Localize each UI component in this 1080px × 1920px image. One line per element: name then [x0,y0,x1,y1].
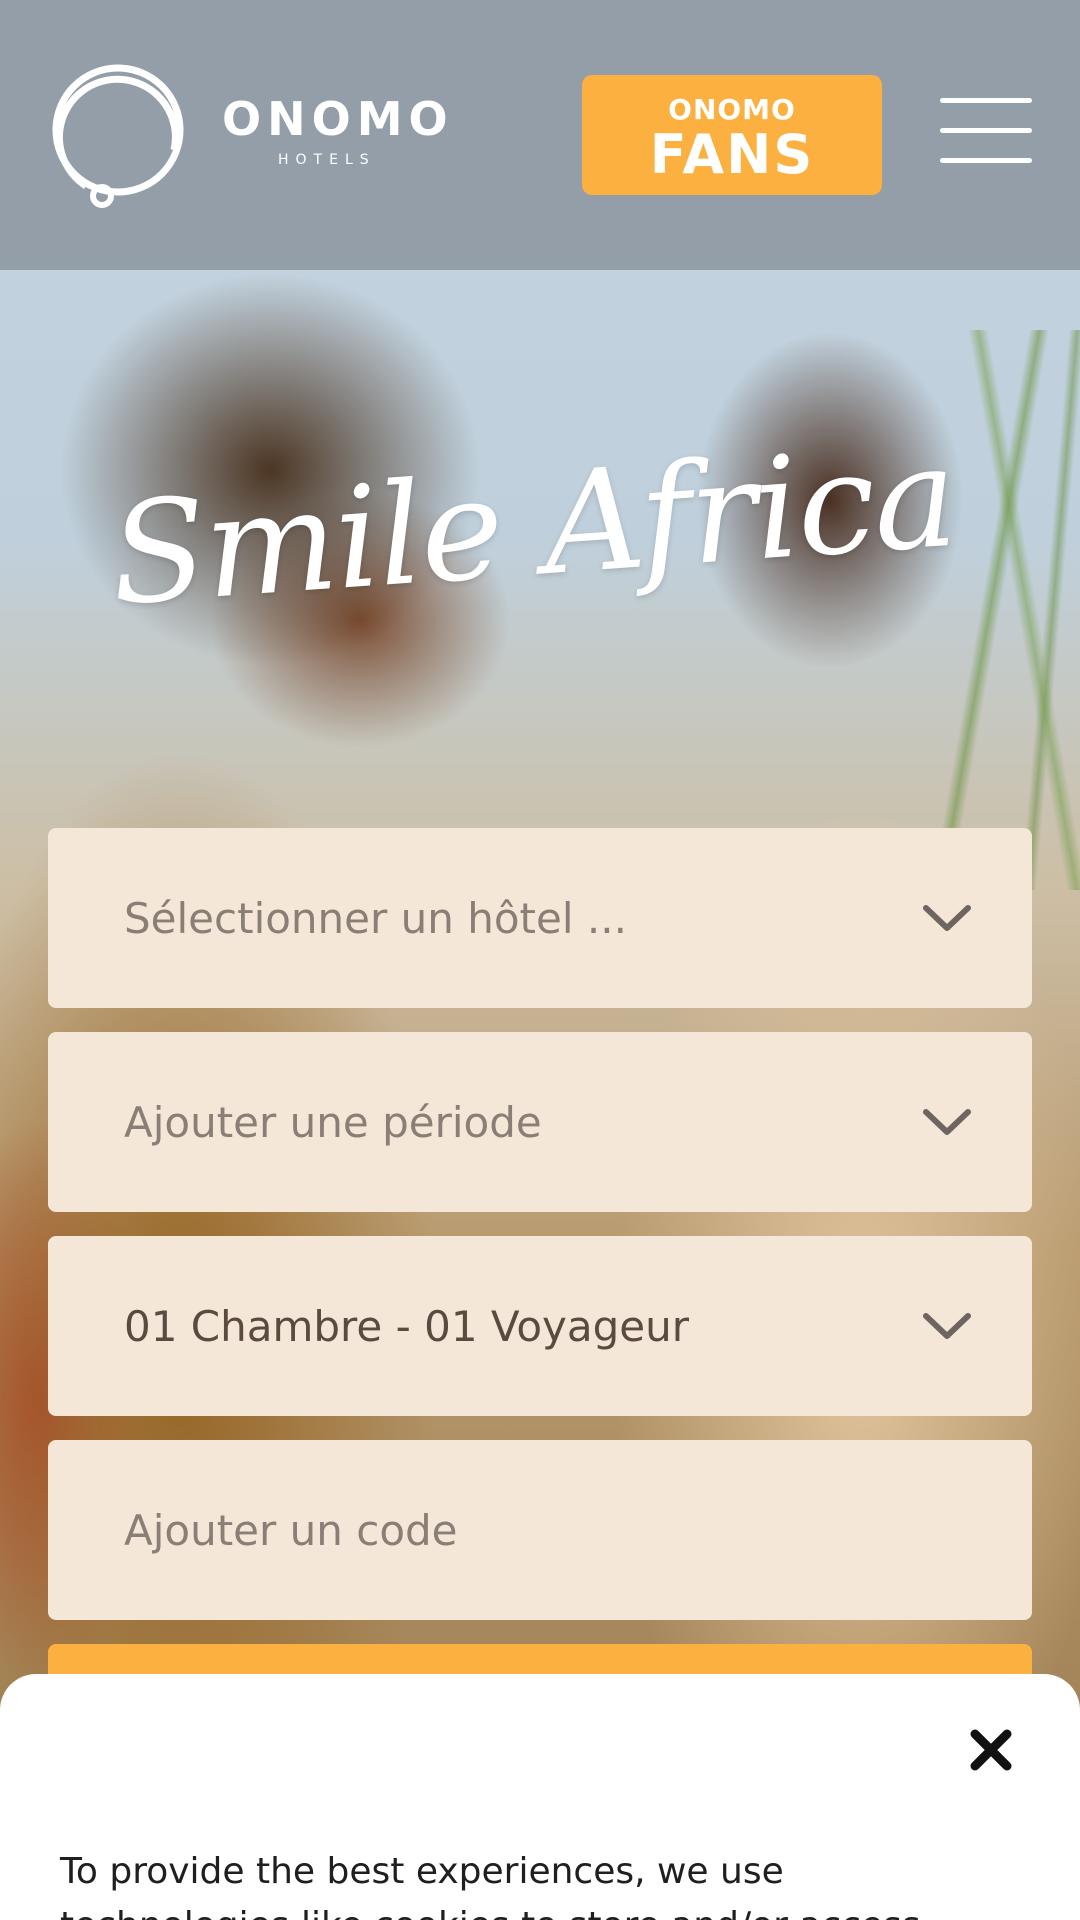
hotel-select[interactable]: Sélectionner un hôtel ... [48,828,1032,1008]
fans-button-top-label: ONOMO [668,93,796,126]
rooms-guests-value: 01 Chambre - 01 Voyageur [124,1301,690,1351]
promo-code-placeholder: Ajouter un code [124,1505,458,1555]
close-icon[interactable] [968,1727,1014,1773]
chevron-down-icon [923,905,971,931]
onomo-fans-button[interactable]: ONOMO FANS [582,75,882,195]
period-select[interactable]: Ajouter une période [48,1032,1032,1212]
site-header: ONOMO HOTELS ONOMO FANS [0,0,1080,270]
rooms-guests-select[interactable]: 01 Chambre - 01 Voyageur [48,1236,1032,1416]
hotel-select-placeholder: Sélectionner un hôtel ... [124,893,627,943]
onomo-logo-icon[interactable] [46,58,196,213]
period-select-placeholder: Ajouter une période [124,1097,542,1147]
hero-plant-decoration [930,330,1080,890]
chevron-down-icon [923,1109,971,1135]
cookie-banner-text: To provide the best experiences, we use … [60,1851,921,1920]
fans-button-main-label: FANS [649,123,815,186]
hamburger-menu-icon[interactable] [940,98,1032,166]
brand-name[interactable]: ONOMO [222,92,454,146]
chevron-down-icon [923,1313,971,1339]
brand-subtitle: HOTELS [278,152,376,168]
promo-code-input[interactable]: Ajouter un code [48,1440,1032,1620]
